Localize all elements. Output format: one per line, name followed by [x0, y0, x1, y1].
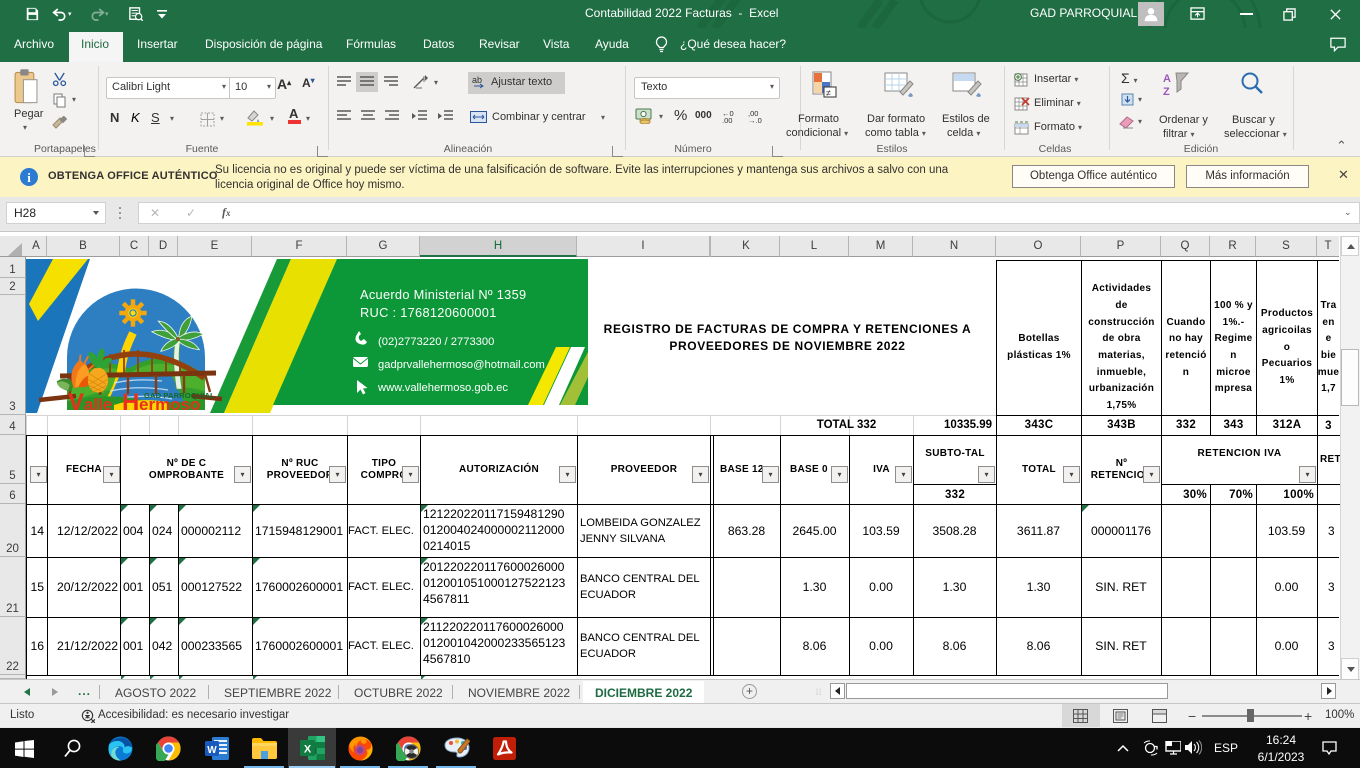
- svg-text:V: V: [68, 389, 84, 413]
- svg-text:A: A: [1163, 73, 1171, 85]
- svg-text:ab: ab: [472, 75, 482, 85]
- svg-text:Z: Z: [1163, 86, 1170, 97]
- svg-text:→,0: →,0: [748, 116, 762, 123]
- svg-text:X: X: [304, 744, 312, 756]
- svg-text:www.vallehermoso.gob.ec: www.vallehermoso.gob.ec: [377, 382, 508, 394]
- svg-text:i: i: [27, 170, 31, 185]
- svg-text:≠: ≠: [826, 88, 831, 98]
- svg-text:W: W: [207, 745, 217, 756]
- svg-text:alle: alle: [84, 395, 112, 413]
- svg-text:Acuerdo Ministerial Nº 1359: Acuerdo Ministerial Nº 1359: [360, 287, 526, 302]
- svg-text:gadprvallehermoso@hotmail.com: gadprvallehermoso@hotmail.com: [378, 359, 545, 371]
- svg-text:ermoso: ermoso: [139, 395, 200, 413]
- svg-text:RUC : 1768120600001: RUC : 1768120600001: [360, 305, 497, 320]
- svg-text:H: H: [122, 389, 139, 413]
- svg-text:(02)2773220 / 2773300: (02)2773220 / 2773300: [378, 336, 494, 348]
- svg-text:,00: ,00: [722, 116, 732, 123]
